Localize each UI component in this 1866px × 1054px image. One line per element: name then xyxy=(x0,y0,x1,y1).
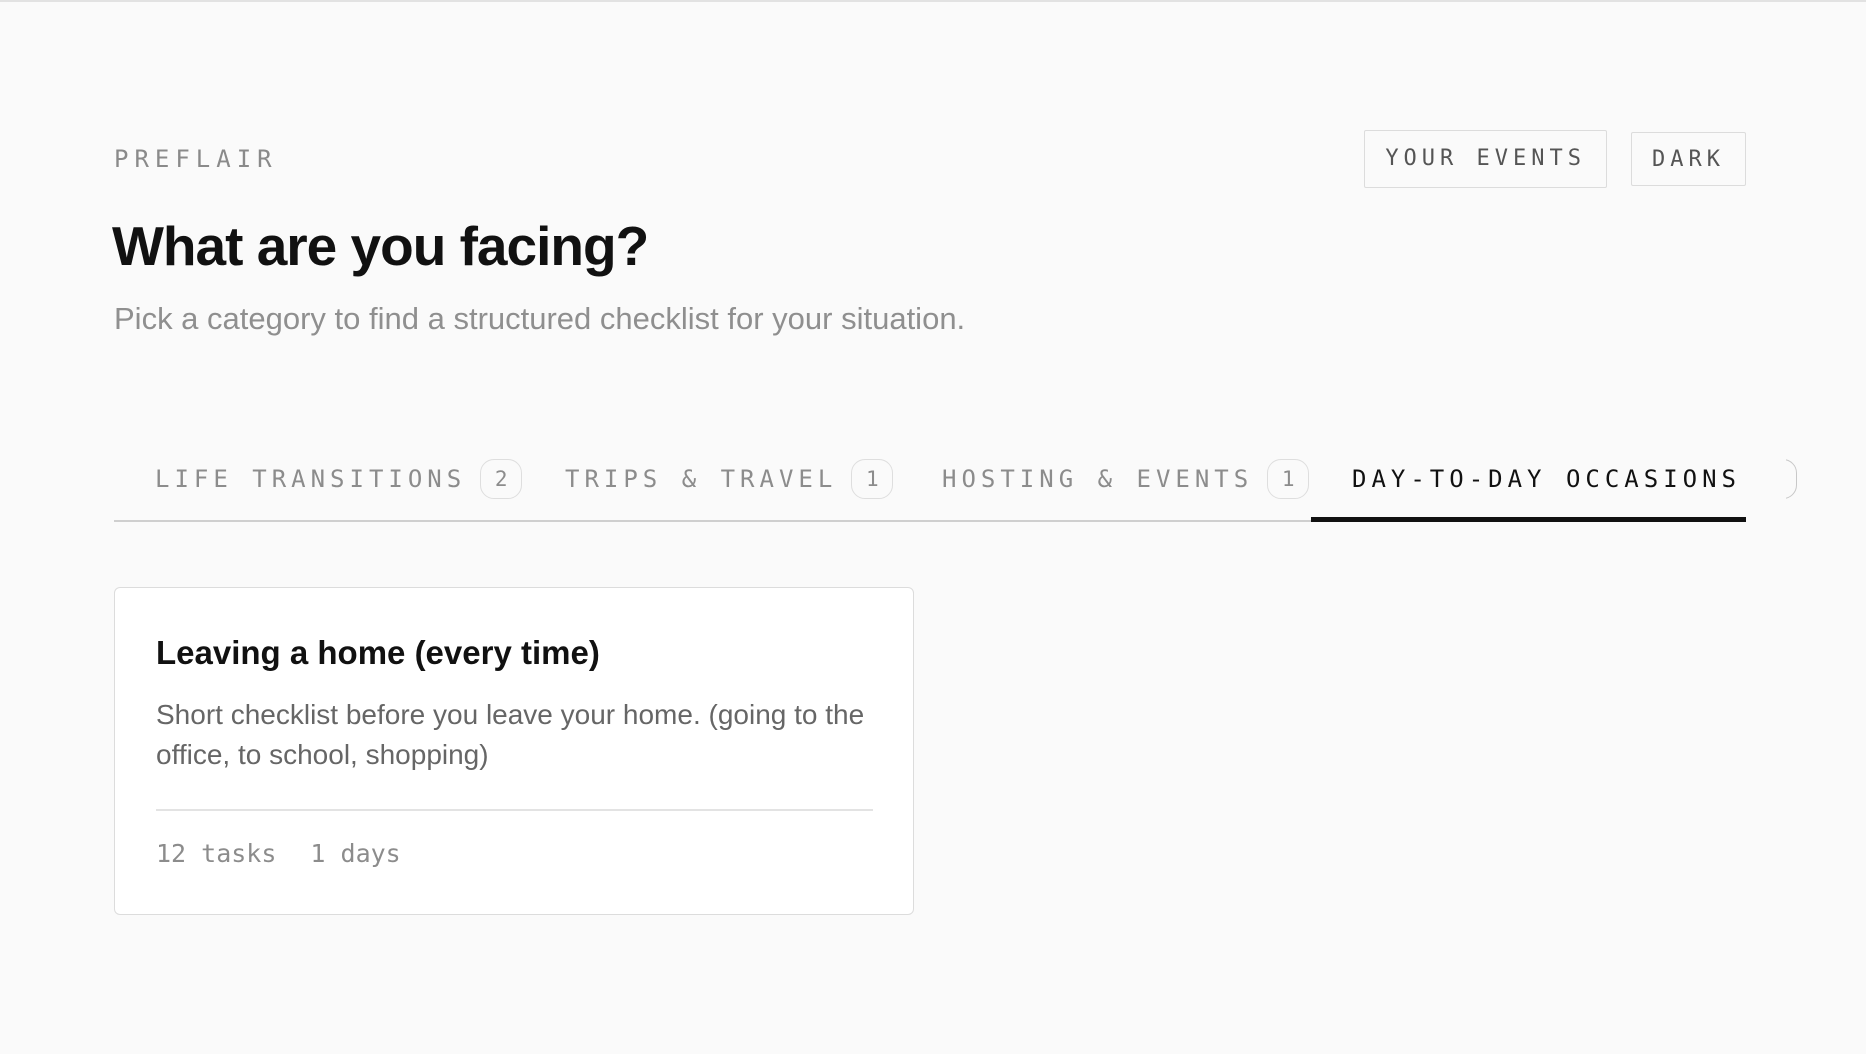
tab-count-badge: 1 xyxy=(1267,459,1310,499)
task-count: 12 tasks xyxy=(156,839,277,868)
tab-label: DAY-TO-DAY OCCASIONS xyxy=(1352,465,1741,493)
active-tab-indicator xyxy=(1311,517,1746,522)
card-title: Leaving a home (every time) xyxy=(156,634,600,671)
tab-overflow-mask xyxy=(1746,436,1786,516)
tab-count-badge: 2 xyxy=(480,459,523,499)
tab-hosting-events[interactable]: HOSTING & EVENTS 1 xyxy=(942,436,1310,522)
dark-mode-toggle[interactable]: DARK xyxy=(1631,132,1746,186)
top-rule xyxy=(0,0,1866,2)
tab-label: TRIPS & TRAVEL xyxy=(565,465,838,493)
duration: 1 days xyxy=(310,839,401,868)
checklist-card[interactable]: Leaving a home (every time) Short checkl… xyxy=(114,587,914,915)
tab-label: LIFE TRANSITIONS xyxy=(155,465,467,493)
tab-trips-travel[interactable]: TRIPS & TRAVEL 1 xyxy=(565,436,894,522)
card-description: Short checklist before you leave your ho… xyxy=(156,699,865,770)
tab-count-badge: 1 xyxy=(851,459,894,499)
card-divider xyxy=(156,809,873,811)
brand-logo: PREFLAIR xyxy=(114,145,278,173)
category-tabs: LIFE TRANSITIONS 2 TRIPS & TRAVEL 1 HOST… xyxy=(114,436,1797,522)
page-title: What are you facing? xyxy=(112,215,649,277)
tab-label: HOSTING & EVENTS xyxy=(942,465,1254,493)
tab-day-to-day-occasions[interactable]: DAY-TO-DAY OCCASIONS 1 xyxy=(1352,436,1797,522)
your-events-button[interactable]: YOUR EVENTS xyxy=(1364,130,1608,188)
tab-life-transitions[interactable]: LIFE TRANSITIONS 2 xyxy=(155,436,523,522)
page-subtitle: Pick a category to find a structured che… xyxy=(114,301,966,336)
header-actions: YOUR EVENTS DARK xyxy=(1364,130,1746,188)
card-meta: 12 tasks 1 days xyxy=(156,838,401,870)
